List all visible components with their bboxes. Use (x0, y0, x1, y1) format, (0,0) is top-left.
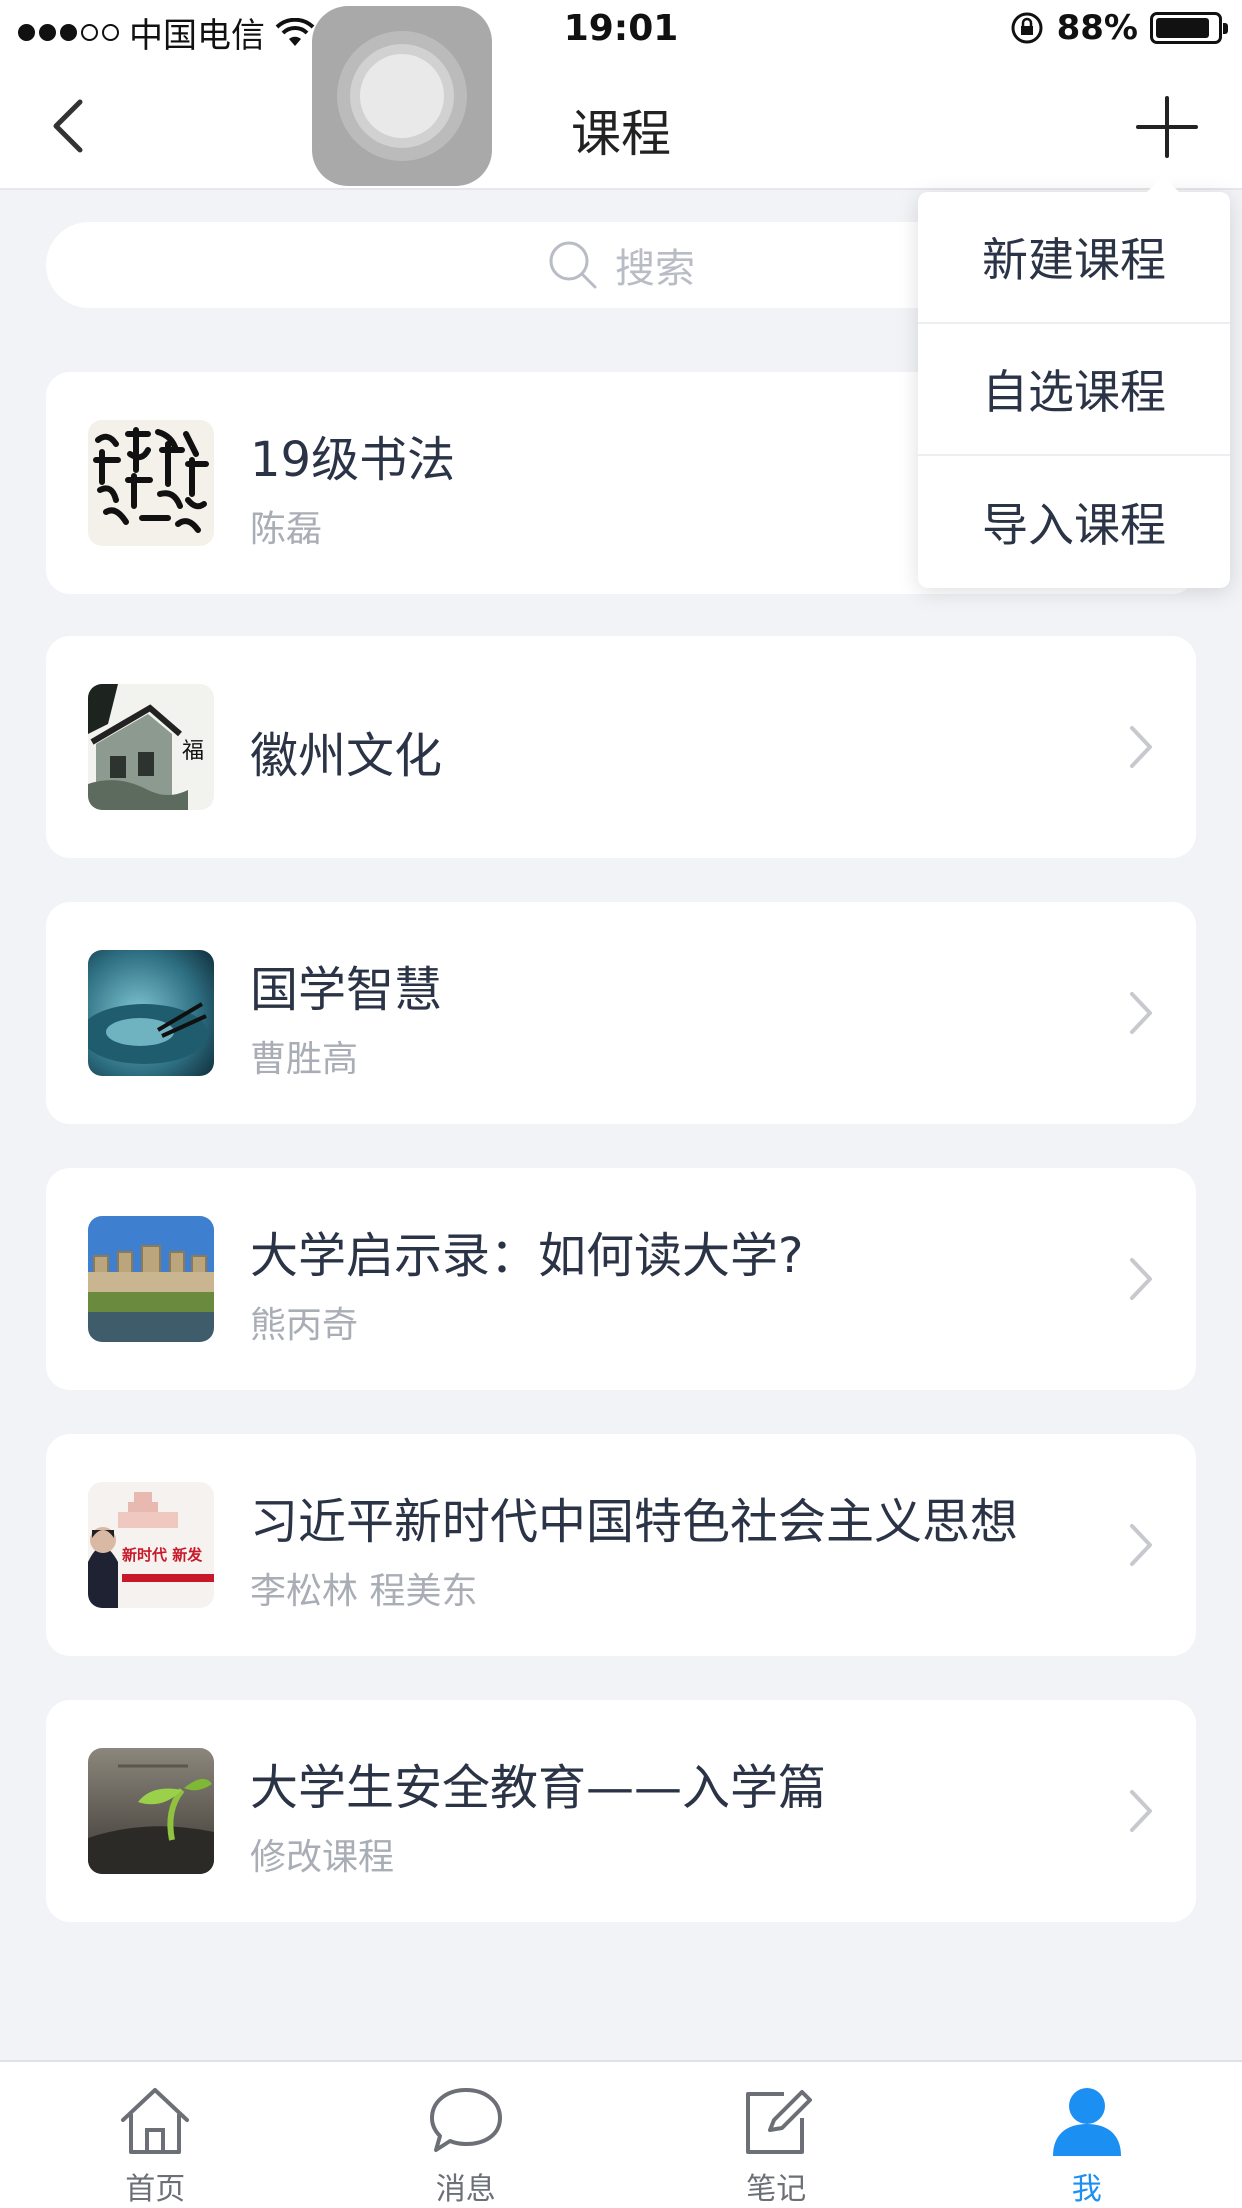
course-title: 国学智慧 (250, 962, 443, 1018)
home-icon (121, 2088, 190, 2154)
guoxue-thumb (88, 950, 214, 1076)
page-title: 课程 (571, 105, 671, 163)
course-title: 19级书法 (250, 432, 456, 488)
tab-home[interactable]: 首页 (0, 2062, 311, 2208)
course-card[interactable]: 福 徽州文化 (46, 636, 1196, 858)
status-right: 88% (1009, 8, 1228, 48)
course-card[interactable]: 大学启示录：如何读大学? 熊丙奇 (46, 1168, 1196, 1390)
search-placeholder: 搜索 (615, 246, 695, 292)
nav-bar: 课程 (0, 64, 1242, 190)
course-card[interactable]: 大学生安全教育——入学篇 修改课程 (46, 1700, 1196, 1922)
course-card[interactable]: 新时代 新发 习近平新时代中国特色社会主义思想 李松林 程美东 (46, 1434, 1196, 1656)
course-title: 大学生安全教育——入学篇 (250, 1760, 827, 1816)
course-teacher: 曹胜高 (250, 1039, 359, 1080)
tab-notes[interactable]: 笔记 (621, 2062, 932, 2208)
course-title: 徽州文化 (250, 728, 443, 784)
add-icon[interactable] (1132, 92, 1202, 162)
course-teacher: 熊丙奇 (250, 1305, 359, 1346)
battery-fill (1156, 18, 1209, 38)
calligraphy-thumb (88, 420, 214, 546)
note-icon (746, 2090, 813, 2154)
add-course-menu: 新建课程 自选课程 导入课程 (918, 176, 1230, 588)
new-era-thumb-text: 新时代 新发 (122, 1546, 203, 1564)
tab-profile[interactable]: 我 (932, 2062, 1242, 2208)
safety-thumb (88, 1748, 214, 1874)
tab-bar: 首页 消息 笔记 我 (0, 2060, 1242, 2208)
chevron-right-icon (1130, 1524, 1152, 1566)
assistive-touch-button[interactable] (312, 6, 492, 186)
chevron-right-icon (1130, 1790, 1152, 1832)
tab-label: 我 (1071, 2172, 1102, 2207)
profile-icon (1052, 2088, 1121, 2156)
chevron-right-icon (1130, 726, 1152, 768)
chevron-right-icon (1130, 992, 1152, 1034)
university-thumb (88, 1216, 214, 1342)
new-era-thumb: 新时代 新发 (88, 1482, 214, 1608)
course-card[interactable]: 国学智慧 曹胜高 (46, 902, 1196, 1124)
rotation-lock-icon (1011, 12, 1043, 44)
huizhou-thumb: 福 (88, 684, 214, 810)
chevron-right-icon (1130, 1258, 1152, 1300)
menu-item-select-course[interactable]: 自选课程 (918, 324, 1230, 456)
menu-item-import-course[interactable]: 导入课程 (918, 456, 1230, 588)
search-icon (549, 241, 597, 289)
course-title: 大学启示录：如何读大学? (250, 1228, 804, 1284)
menu-item-new-course[interactable]: 新建课程 (918, 192, 1230, 324)
message-icon (429, 2088, 502, 2152)
tab-messages[interactable]: 消息 (311, 2062, 622, 2208)
tab-label: 消息 (435, 2172, 496, 2207)
battery-icon (1150, 12, 1228, 44)
course-teacher: 陈磊 (250, 509, 323, 550)
battery-percent: 88% (1056, 8, 1138, 48)
course-teacher: 修改课程 (250, 1837, 395, 1878)
course-title: 习近平新时代中国特色社会主义思想 (250, 1494, 1019, 1550)
tab-label: 笔记 (746, 2172, 807, 2207)
status-bar: 中国电信 19:01 88% (0, 0, 1242, 64)
svg-text:福: 福 (182, 739, 204, 764)
tab-label: 首页 (125, 2172, 186, 2207)
course-teacher: 李松林 程美东 (250, 1571, 478, 1612)
